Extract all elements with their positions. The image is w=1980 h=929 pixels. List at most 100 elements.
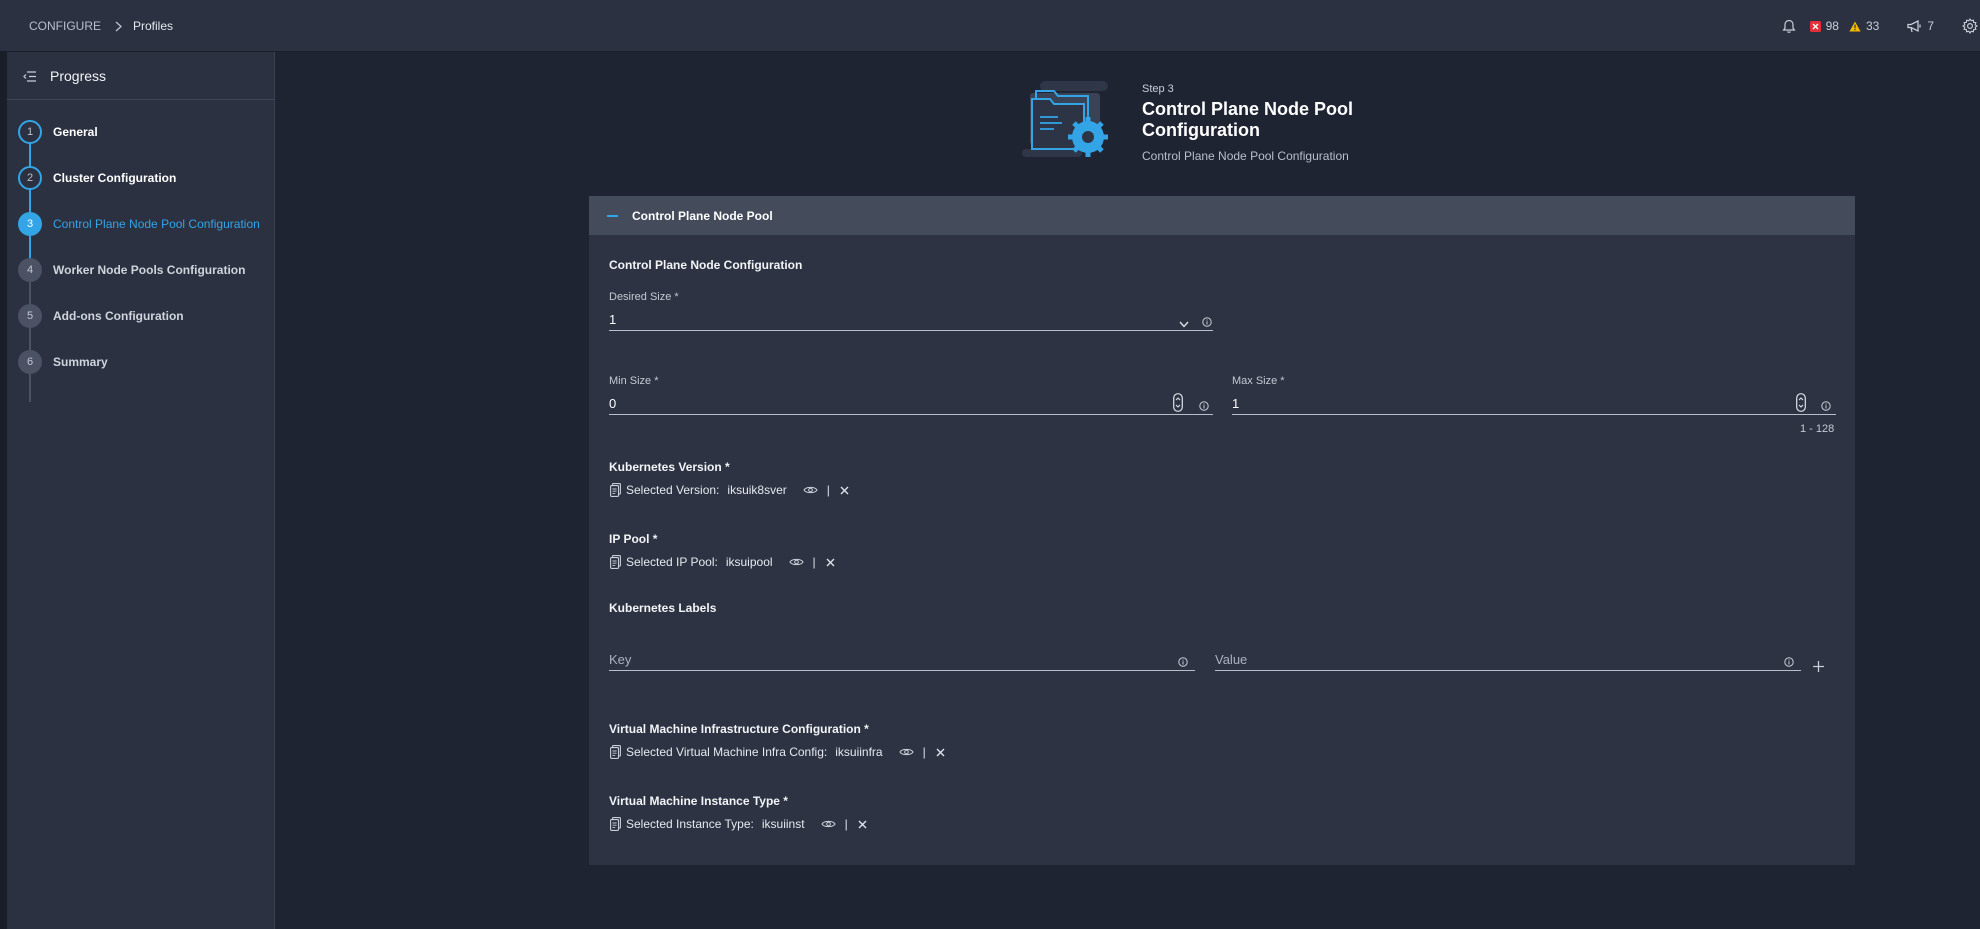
eye-icon[interactable] <box>820 819 836 829</box>
info-icon[interactable] <box>1821 398 1831 416</box>
bell-icon[interactable] <box>1782 19 1796 34</box>
page-title: Control Plane Node Pool Configuration <box>1142 99 1354 140</box>
close-icon[interactable] <box>840 486 849 495</box>
vm-infra-value: iksuiinfra <box>835 745 883 759</box>
page-subtitle: Control Plane Node Pool Configuration <box>1142 149 1349 163</box>
warning-icon <box>1849 21 1861 32</box>
info-icon[interactable] <box>1178 654 1188 672</box>
progress-sidebar: Progress 1 General 2 Cluster Configurati… <box>7 52 275 929</box>
warning-count: 33 <box>1865 19 1880 33</box>
progress-step-worker-node-pools[interactable]: 4 Worker Node Pools Configuration <box>7 255 275 285</box>
step-label: Add-ons Configuration <box>53 309 184 323</box>
max-size-stepper[interactable]: 1 <box>1232 393 1836 415</box>
step-number: 3 <box>18 212 42 236</box>
add-label-icon[interactable] <box>1812 660 1825 678</box>
ip-pool-value: iksuipool <box>725 555 773 569</box>
min-size-stepper[interactable]: 0 <box>609 393 1213 415</box>
min-size-label: Min Size * <box>609 375 659 387</box>
breadcrumb-configure[interactable]: CONFIGURE <box>29 19 101 33</box>
close-icon[interactable] <box>826 558 835 567</box>
vm-instance-prefix: Selected Instance Type: <box>626 817 754 831</box>
label-value-input[interactable]: Value <box>1215 649 1801 671</box>
card-title: Control Plane Node Pool <box>632 209 773 223</box>
collapse-icon[interactable] <box>607 215 618 217</box>
gear-icon[interactable] <box>1962 18 1978 34</box>
eye-icon[interactable] <box>803 485 818 495</box>
step-number: 1 <box>18 120 42 144</box>
breadcrumb-profiles: Profiles <box>133 19 174 33</box>
progress-step-add-ons[interactable]: 5 Add-ons Configuration <box>7 301 275 331</box>
collapse-menu-icon[interactable] <box>23 69 37 87</box>
progress-step-cluster-configuration[interactable]: 2 Cluster Configuration <box>7 163 275 193</box>
warning-alarms[interactable]: 33 <box>1849 19 1879 33</box>
critical-alarms[interactable]: 98 <box>1809 19 1839 33</box>
progress-step-control-plane[interactable]: 3 Control Plane Node Pool Configuration <box>7 209 275 239</box>
megaphone-icon <box>1907 19 1922 33</box>
step-label: Worker Node Pools Configuration <box>53 263 246 277</box>
divider: | <box>844 817 848 831</box>
k8s-labels-title: Kubernetes Labels <box>609 601 717 615</box>
document-icon <box>610 817 621 831</box>
ip-pool-title: IP Pool * <box>609 532 658 546</box>
vm-instance-selection: Selected Instance Type: iksuiinst | <box>610 816 867 832</box>
critical-count: 98 <box>1825 19 1839 33</box>
divider: | <box>826 483 830 497</box>
vm-infra-selection: Selected Virtual Machine Infra Config: i… <box>610 744 945 760</box>
step-number: 6 <box>18 350 42 374</box>
vm-infra-prefix: Selected Virtual Machine Infra Config: <box>626 745 828 759</box>
control-plane-node-pool-card: Control Plane Node Pool Control Plane No… <box>589 196 1855 865</box>
progress-line-complete <box>29 132 31 262</box>
vm-instance-value: iksuiinst <box>761 817 805 831</box>
close-icon[interactable] <box>936 748 945 757</box>
eye-icon[interactable] <box>898 747 914 757</box>
document-icon <box>610 555 621 569</box>
announcements-count: 7 <box>1927 19 1934 33</box>
step-label: Summary <box>53 355 108 369</box>
label-key-input[interactable]: Key <box>609 649 1195 671</box>
card-header[interactable]: Control Plane Node Pool <box>589 196 1855 235</box>
step-number: 5 <box>18 304 42 328</box>
stepper-icon[interactable] <box>1173 393 1183 417</box>
k8s-version-title: Kubernetes Version * <box>609 460 730 474</box>
progress-header: Progress <box>7 52 275 100</box>
label-key-placeholder: Key <box>609 652 632 667</box>
nav-rail <box>0 52 7 929</box>
min-size-value: 0 <box>609 396 617 411</box>
max-size-value: 1 <box>1232 396 1240 411</box>
document-icon <box>610 483 621 497</box>
desired-size-value: 1 <box>609 312 617 327</box>
vm-infra-title: Virtual Machine Infrastructure Configura… <box>609 722 869 736</box>
desired-size-select[interactable]: 1 <box>609 309 1213 331</box>
chevron-right-icon <box>113 19 123 33</box>
progress-title: Progress <box>50 68 107 84</box>
folder-gear-illustration-icon <box>1022 79 1122 170</box>
info-icon[interactable] <box>1199 398 1209 416</box>
progress-step-summary[interactable]: 6 Summary <box>7 347 275 377</box>
eye-icon[interactable] <box>788 557 804 567</box>
vm-instance-title: Virtual Machine Instance Type * <box>609 794 788 808</box>
max-size-label: Max Size * <box>1232 375 1285 387</box>
info-icon[interactable] <box>1202 314 1212 332</box>
progress-step-general[interactable]: 1 General <box>7 117 275 147</box>
step-label: Control Plane Node Pool Configuration <box>53 217 260 231</box>
divider: | <box>922 745 926 759</box>
divider: | <box>812 555 816 569</box>
critical-icon <box>1809 20 1821 32</box>
k8s-version-prefix: Selected Version: <box>626 483 720 497</box>
ip-pool-prefix: Selected IP Pool: <box>626 555 718 569</box>
max-size-range-hint: 1 - 128 <box>1800 423 1835 435</box>
desired-size-label: Desired Size * <box>609 291 679 303</box>
k8s-version-selection: Selected Version: iksuik8sver | <box>610 482 849 498</box>
chevron-down-icon <box>1179 315 1189 333</box>
node-config-title: Control Plane Node Configuration <box>609 258 803 272</box>
stepper-icon[interactable] <box>1796 393 1806 417</box>
close-icon[interactable] <box>858 820 867 829</box>
step-label: General <box>53 125 98 139</box>
announcements[interactable]: 7 <box>1907 19 1934 33</box>
breadcrumb: CONFIGURE Profiles <box>29 19 173 33</box>
step-number: 4 <box>18 258 42 282</box>
top-bar: CONFIGURE Profiles 98 33 7 <box>0 0 1980 52</box>
step-kicker: Step 3 <box>1142 83 1174 95</box>
info-icon[interactable] <box>1784 654 1794 672</box>
step-number: 2 <box>18 166 42 190</box>
